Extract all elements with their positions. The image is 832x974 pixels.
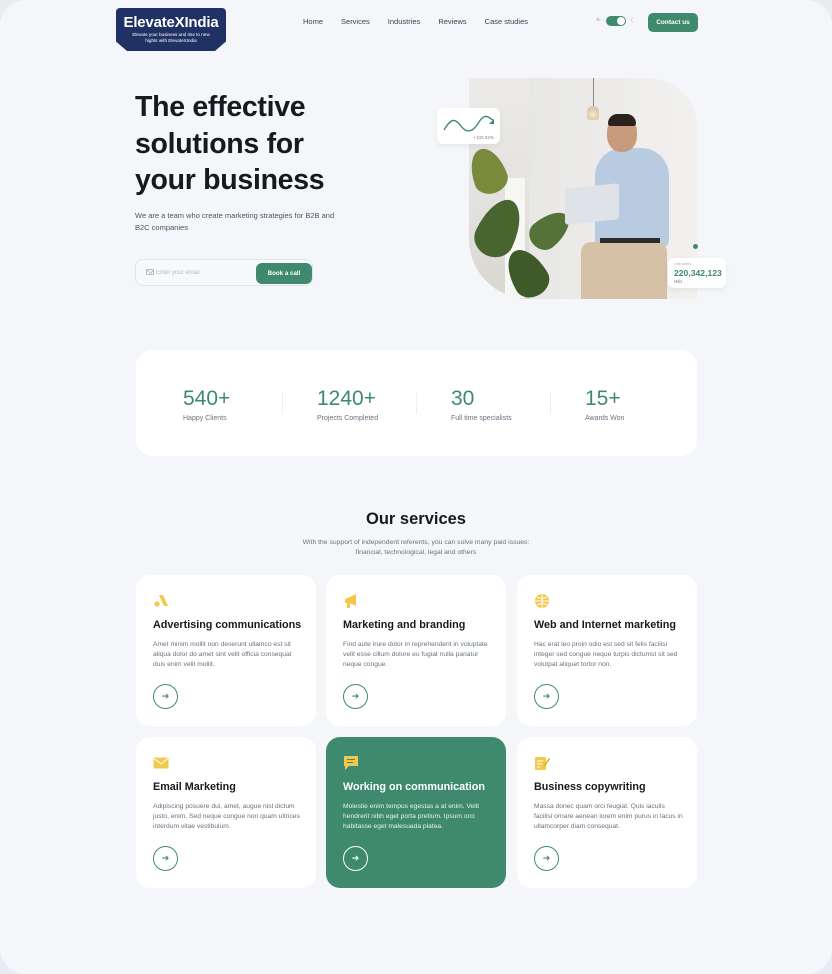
arrow-right-icon[interactable]: ➔ [343, 846, 368, 871]
service-title: Advertising communications [153, 619, 302, 631]
stat-value: 30 [451, 387, 475, 410]
logo[interactable]: ElevateXIndia Elevate your business and … [116, 8, 226, 51]
service-text: Find aute irure dolor in reprehenderit i… [343, 641, 488, 668]
service-text: Hac erat leo proin odio est sed sit feli… [534, 641, 678, 668]
moon-icon: ☾ [630, 17, 637, 24]
live-users-value: 220,342,123 [674, 268, 722, 278]
stat-value: 540+ [183, 387, 231, 410]
service-title: Email Marketing [153, 781, 236, 793]
nav-item-home[interactable]: Home [303, 17, 323, 26]
service-text: Massa donec quam orci feugiat. Quis iacu… [534, 803, 683, 830]
stat-label: Full time specialists [451, 415, 512, 422]
hero-subtitle: We are a team who create marketing strat… [135, 211, 335, 232]
email-form: Book a call [135, 259, 313, 286]
stat-specialists: 30 Full time specialists [451, 387, 512, 422]
stat-label: Happy Clients [183, 415, 227, 422]
edit-icon [535, 757, 550, 770]
theme-toggle[interactable]: ☀ ☾ [594, 16, 636, 26]
logo-tagline: Elevate your business and rise to new hi… [132, 32, 210, 43]
nav-item-case-studies[interactable]: Case studies [485, 17, 528, 26]
live-users-card: Live users 220,342,123 Mills [668, 258, 726, 288]
arrow-right-icon[interactable]: ➔ [534, 684, 559, 709]
envelope-icon [153, 757, 169, 769]
arrow-right-icon[interactable]: ➔ [534, 846, 559, 871]
hero-photo [469, 78, 697, 299]
nav-item-services[interactable]: Services [341, 17, 370, 26]
service-text: Molestie enim tempus egestas a at enim. … [343, 803, 480, 830]
service-title: Web and Internet marketing [534, 619, 676, 631]
theme-switch[interactable] [606, 16, 626, 26]
lamp [587, 106, 599, 120]
email-input[interactable] [156, 264, 252, 282]
service-card-advertising[interactable]: Advertising communications Amet minim mo… [136, 575, 316, 726]
service-text: Adipiscing posuere dui, amet, augue nisl… [153, 803, 300, 830]
service-title: Business copywriting [534, 781, 646, 793]
service-card-communication[interactable]: Working on communication Molestie enim t… [326, 737, 506, 888]
chat-icon [344, 756, 358, 770]
live-dot [693, 244, 698, 249]
service-card-copywriting[interactable]: Business copywriting Massa donec quam or… [517, 737, 697, 888]
hero-title: The effective solutions for your busines… [135, 91, 325, 196]
service-card-branding[interactable]: Marketing and branding Find aute irure d… [326, 575, 506, 726]
stat-value: 1240+ [317, 387, 376, 410]
nav-item-industries[interactable]: Industries [388, 17, 421, 26]
arrow-right-icon[interactable]: ➔ [343, 684, 368, 709]
arrow-right-icon[interactable]: ➔ [153, 846, 178, 871]
main-nav: Home Services Industries Reviews Case st… [303, 17, 528, 26]
service-card-web[interactable]: Web and Internet marketing Hac erat leo … [517, 575, 697, 726]
globe-icon [535, 594, 549, 608]
services-title: Our services [366, 510, 466, 528]
service-text: Amet minim mollit non deserunt ullamco e… [153, 641, 292, 668]
logo-title: ElevateXIndia [123, 14, 219, 31]
service-card-email[interactable]: Email Marketing Adipiscing posuere dui, … [136, 737, 316, 888]
stat-label: Projects Completed [317, 415, 379, 422]
growth-card: +100.32% [437, 108, 500, 144]
contact-button[interactable]: Contact us [648, 13, 698, 32]
stat-projects: 1240+ Projects Completed [317, 387, 378, 422]
ads-icon [154, 595, 168, 607]
service-title: Working on communication [343, 781, 485, 793]
growth-value: +100.32% [473, 135, 494, 140]
stat-label: Awards Won [585, 415, 625, 422]
growth-sparkline [443, 115, 494, 132]
mail-icon [146, 269, 154, 275]
services-subtitle: With the support of independent referent… [302, 539, 530, 556]
stat-happy-clients: 540+ Happy Clients [183, 387, 230, 422]
live-users-label: Live users [674, 262, 692, 266]
service-title: Marketing and branding [343, 619, 466, 631]
stat-value: 15+ [585, 387, 621, 410]
stat-awards: 15+ Awards Won [585, 387, 624, 422]
laptop [565, 183, 619, 225]
megaphone-icon [345, 594, 356, 608]
arrow-right-icon[interactable]: ➔ [153, 684, 178, 709]
nav-item-reviews[interactable]: Reviews [438, 17, 466, 26]
stats-panel: 540+ Happy Clients 1240+ Projects Comple… [136, 350, 697, 456]
sun-icon: ☀ [594, 17, 602, 24]
live-users-unit: Mills [674, 279, 683, 284]
page: ElevateXIndia Elevate your business and … [0, 0, 832, 974]
book-call-button[interactable]: Book a call [256, 263, 312, 284]
